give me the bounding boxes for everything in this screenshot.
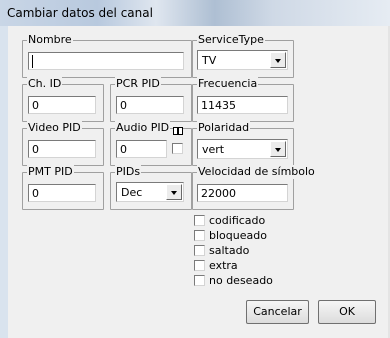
audio-pid-list-icon[interactable] xyxy=(173,127,183,135)
ch-id-input[interactable]: 0 xyxy=(28,96,96,114)
chevron-down-icon xyxy=(171,191,177,195)
chevron-down-icon xyxy=(275,148,281,152)
codificado-checkbox[interactable] xyxy=(194,215,205,226)
pmt-pid-label: PMT PID xyxy=(27,165,74,179)
bloqueado-label: bloqueado xyxy=(209,229,267,242)
audio-pid-group: Audio PID 0 xyxy=(110,121,192,166)
extra-label: extra xyxy=(209,259,238,272)
title-bar[interactable]: Cambiar datos del canal xyxy=(0,0,390,26)
saltado-checkbox[interactable] xyxy=(194,245,205,256)
dialog-client-area: Nombre ServiceType TV Ch. ID 0 PCR PID 0… xyxy=(8,26,390,338)
extra-checkbox[interactable] xyxy=(194,260,205,271)
pcr-pid-label: PCR PID xyxy=(115,77,161,91)
polaridad-dropdown-button[interactable] xyxy=(270,141,286,157)
bloqueado-checkbox[interactable] xyxy=(194,230,205,241)
text-caret xyxy=(32,55,33,68)
polaridad-select[interactable]: vert xyxy=(197,139,288,159)
velocidad-input[interactable]: 22000 xyxy=(197,184,288,202)
velocidad-label: Velocidad de símbolo xyxy=(197,165,316,179)
cancel-button[interactable]: Cancelar xyxy=(246,300,309,324)
pcr-pid-input[interactable]: 0 xyxy=(116,96,184,114)
video-pid-label: Video PID xyxy=(27,121,82,135)
video-pid-input[interactable]: 0 xyxy=(28,140,96,158)
frecuencia-label: Frecuencia xyxy=(197,77,259,91)
nombre-label: Nombre xyxy=(27,33,73,47)
no-deseado-checkbox[interactable] xyxy=(194,275,205,286)
frecuencia-input[interactable]: 11435 xyxy=(197,96,288,114)
ch-id-group: Ch. ID 0 xyxy=(22,77,104,122)
pids-dropdown-button[interactable] xyxy=(166,184,182,200)
chevron-down-icon xyxy=(275,59,281,63)
service-type-dropdown-button[interactable] xyxy=(270,52,286,68)
velocidad-group: Velocidad de símbolo 22000 xyxy=(192,165,316,210)
audio-pid-input[interactable]: 0 xyxy=(116,140,167,158)
pids-group: PIDs Dec xyxy=(110,165,192,210)
audio-pid-checkbox[interactable] xyxy=(172,143,183,154)
pcr-pid-group: PCR PID 0 xyxy=(110,77,192,122)
polaridad-label: Polaridad xyxy=(197,121,251,135)
nombre-group: Nombre xyxy=(22,33,192,78)
pmt-pid-group: PMT PID 0 xyxy=(22,165,104,210)
service-type-group: ServiceType TV xyxy=(192,33,294,78)
window-frame xyxy=(0,26,8,338)
ch-id-label: Ch. ID xyxy=(27,77,63,91)
video-pid-group: Video PID 0 xyxy=(22,121,104,166)
nombre-input[interactable] xyxy=(28,52,184,70)
audio-pid-label: Audio PID xyxy=(115,121,171,135)
ok-button[interactable]: OK xyxy=(318,300,376,324)
polaridad-group: Polaridad vert xyxy=(192,121,294,166)
frecuencia-group: Frecuencia 11435 xyxy=(192,77,294,122)
pids-select[interactable]: Dec xyxy=(116,182,184,202)
service-type-label: ServiceType xyxy=(197,33,265,47)
no-deseado-label: no deseado xyxy=(209,274,273,287)
saltado-label: saltado xyxy=(209,244,250,257)
codificado-label: codificado xyxy=(209,214,266,227)
pmt-pid-input[interactable]: 0 xyxy=(28,184,96,202)
pids-label: PIDs xyxy=(115,165,142,179)
window-title: Cambiar datos del canal xyxy=(7,6,153,20)
service-type-select[interactable]: TV xyxy=(197,50,288,70)
